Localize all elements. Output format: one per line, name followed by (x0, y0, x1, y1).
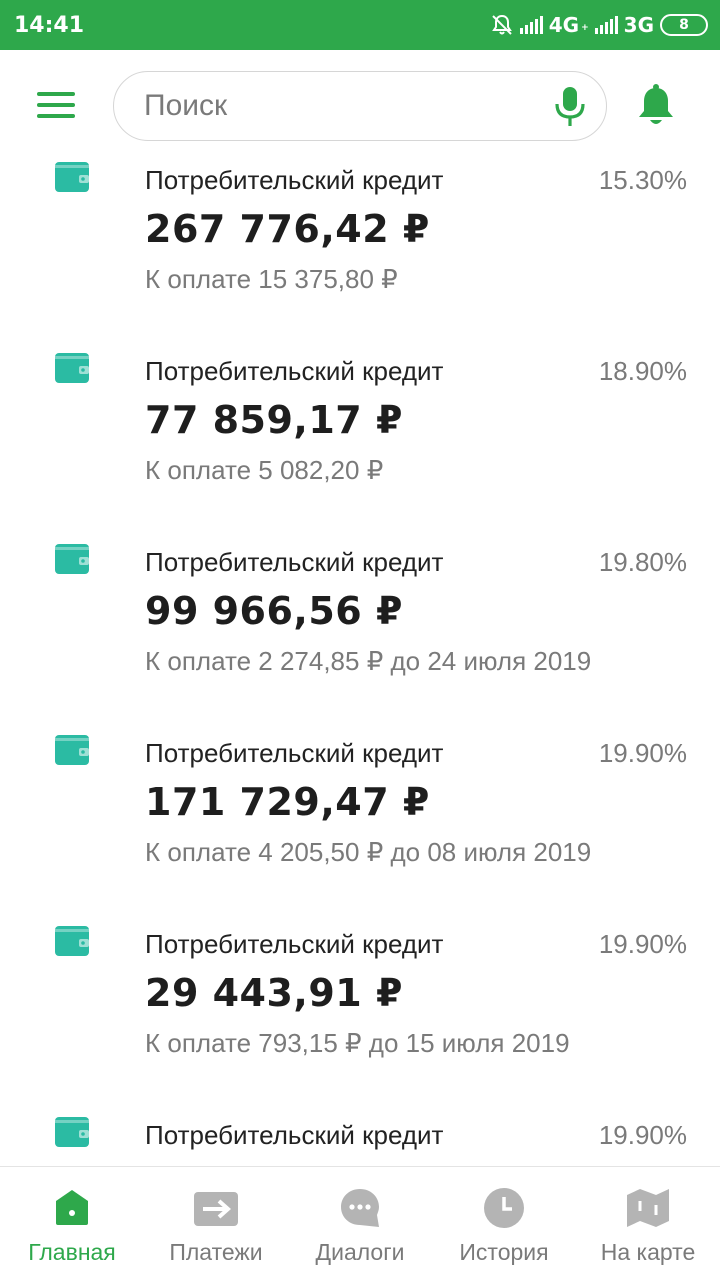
nav-map[interactable]: На карте (576, 1167, 720, 1280)
signal-icon-2 (594, 16, 618, 34)
chat-icon (341, 1189, 379, 1227)
nav-history[interactable]: История (432, 1167, 576, 1280)
loan-title: Потребительский кредит (145, 738, 444, 768)
loan-title: Потребительский кредит (145, 929, 444, 959)
loan-amount: 99 966,56 ₽ (145, 589, 403, 633)
app-header (0, 50, 720, 160)
loan-rate: 19.80% (598, 547, 687, 577)
loan-payment: К оплате 5 082,20 ₽ (145, 455, 384, 485)
loan-amount: 77 859,17 ₽ (145, 398, 403, 442)
wallet-icon (55, 162, 89, 192)
bell-muted-icon (491, 14, 512, 35)
loan-item[interactable]: Потребительский кредит 19.90% 29 443,91 … (0, 924, 720, 1115)
loans-list: Потребительский кредит 15.30% 267 776,42… (0, 160, 720, 1166)
search-bar[interactable] (113, 71, 607, 141)
microphone-icon[interactable] (554, 86, 586, 128)
wallet-icon (55, 735, 89, 765)
wallet-icon (55, 1117, 89, 1147)
loan-title: Потребительский кредит (145, 1120, 444, 1150)
search-input[interactable] (144, 86, 524, 126)
nav-map-label: На карте (600, 1239, 696, 1265)
loan-rate: 19.90% (598, 1120, 687, 1150)
network-3g-label: 3G (623, 13, 654, 37)
wallet-icon (55, 544, 89, 574)
loan-amount: 29 443,91 ₽ (145, 971, 403, 1015)
loan-amount: 171 729,47 ₽ (145, 780, 430, 824)
loan-title: Потребительский кредит (145, 165, 444, 195)
map-icon (627, 1189, 669, 1227)
loan-title: Потребительский кредит (145, 356, 444, 386)
status-icons: 4G + 3G 8 (490, 13, 708, 37)
loan-item[interactable]: Потребительский кредит 18.90% 77 859,17 … (0, 351, 720, 542)
nav-payments-label: Платежи (169, 1239, 263, 1265)
loan-rate: 18.90% (598, 356, 687, 386)
loan-rate: 19.90% (598, 929, 687, 959)
battery-icon: 8 (660, 14, 708, 36)
clock-icon (484, 1188, 524, 1228)
network-4g-label: 4G (548, 13, 580, 37)
status-bar: 14:41 4G + 3G 8 (0, 0, 720, 50)
loan-title: Потребительский кредит (145, 547, 444, 577)
battery-level: 8 (679, 17, 689, 33)
loan-payment: К оплате 15 375,80 ₽ (145, 264, 398, 294)
home-icon (56, 1190, 88, 1225)
wallet-icon (55, 353, 89, 383)
loan-payment: К оплате 4 205,50 ₽ до 08 июля 2019 (145, 837, 592, 867)
nav-home[interactable]: Главная (0, 1167, 144, 1280)
transfer-icon (194, 1192, 238, 1226)
loan-rate: 19.90% (598, 738, 687, 768)
loan-rate: 15.30% (598, 165, 687, 195)
bottom-nav: Главная Платежи Диалоги История На карте (0, 1166, 720, 1280)
menu-icon[interactable] (37, 92, 75, 118)
loan-amount: 267 776,42 ₽ (145, 207, 430, 251)
nav-payments[interactable]: Платежи (144, 1167, 288, 1280)
wallet-icon (55, 926, 89, 956)
nav-dialogs-label: Диалоги (315, 1239, 405, 1265)
nav-home-label: Главная (28, 1239, 116, 1265)
nav-history-label: История (459, 1239, 549, 1265)
loan-item[interactable]: Потребительский кредит 19.90% (0, 1115, 720, 1166)
status-time: 14:41 (14, 12, 85, 38)
loan-payment: К оплате 2 274,85 ₽ до 24 июля 2019 (145, 646, 592, 676)
loan-item[interactable]: Потребительский кредит 19.90% 171 729,47… (0, 733, 720, 924)
loan-item[interactable]: Потребительский кредит 15.30% 267 776,42… (0, 160, 720, 351)
signal-icon (519, 16, 543, 34)
network-4g-sub: + (581, 23, 589, 33)
loan-item[interactable]: Потребительский кредит 19.80% 99 966,56 … (0, 542, 720, 733)
loan-payment: К оплате 793,15 ₽ до 15 июля 2019 (145, 1028, 570, 1058)
notification-bell-icon[interactable] (636, 84, 676, 128)
nav-dialogs[interactable]: Диалоги (288, 1167, 432, 1280)
